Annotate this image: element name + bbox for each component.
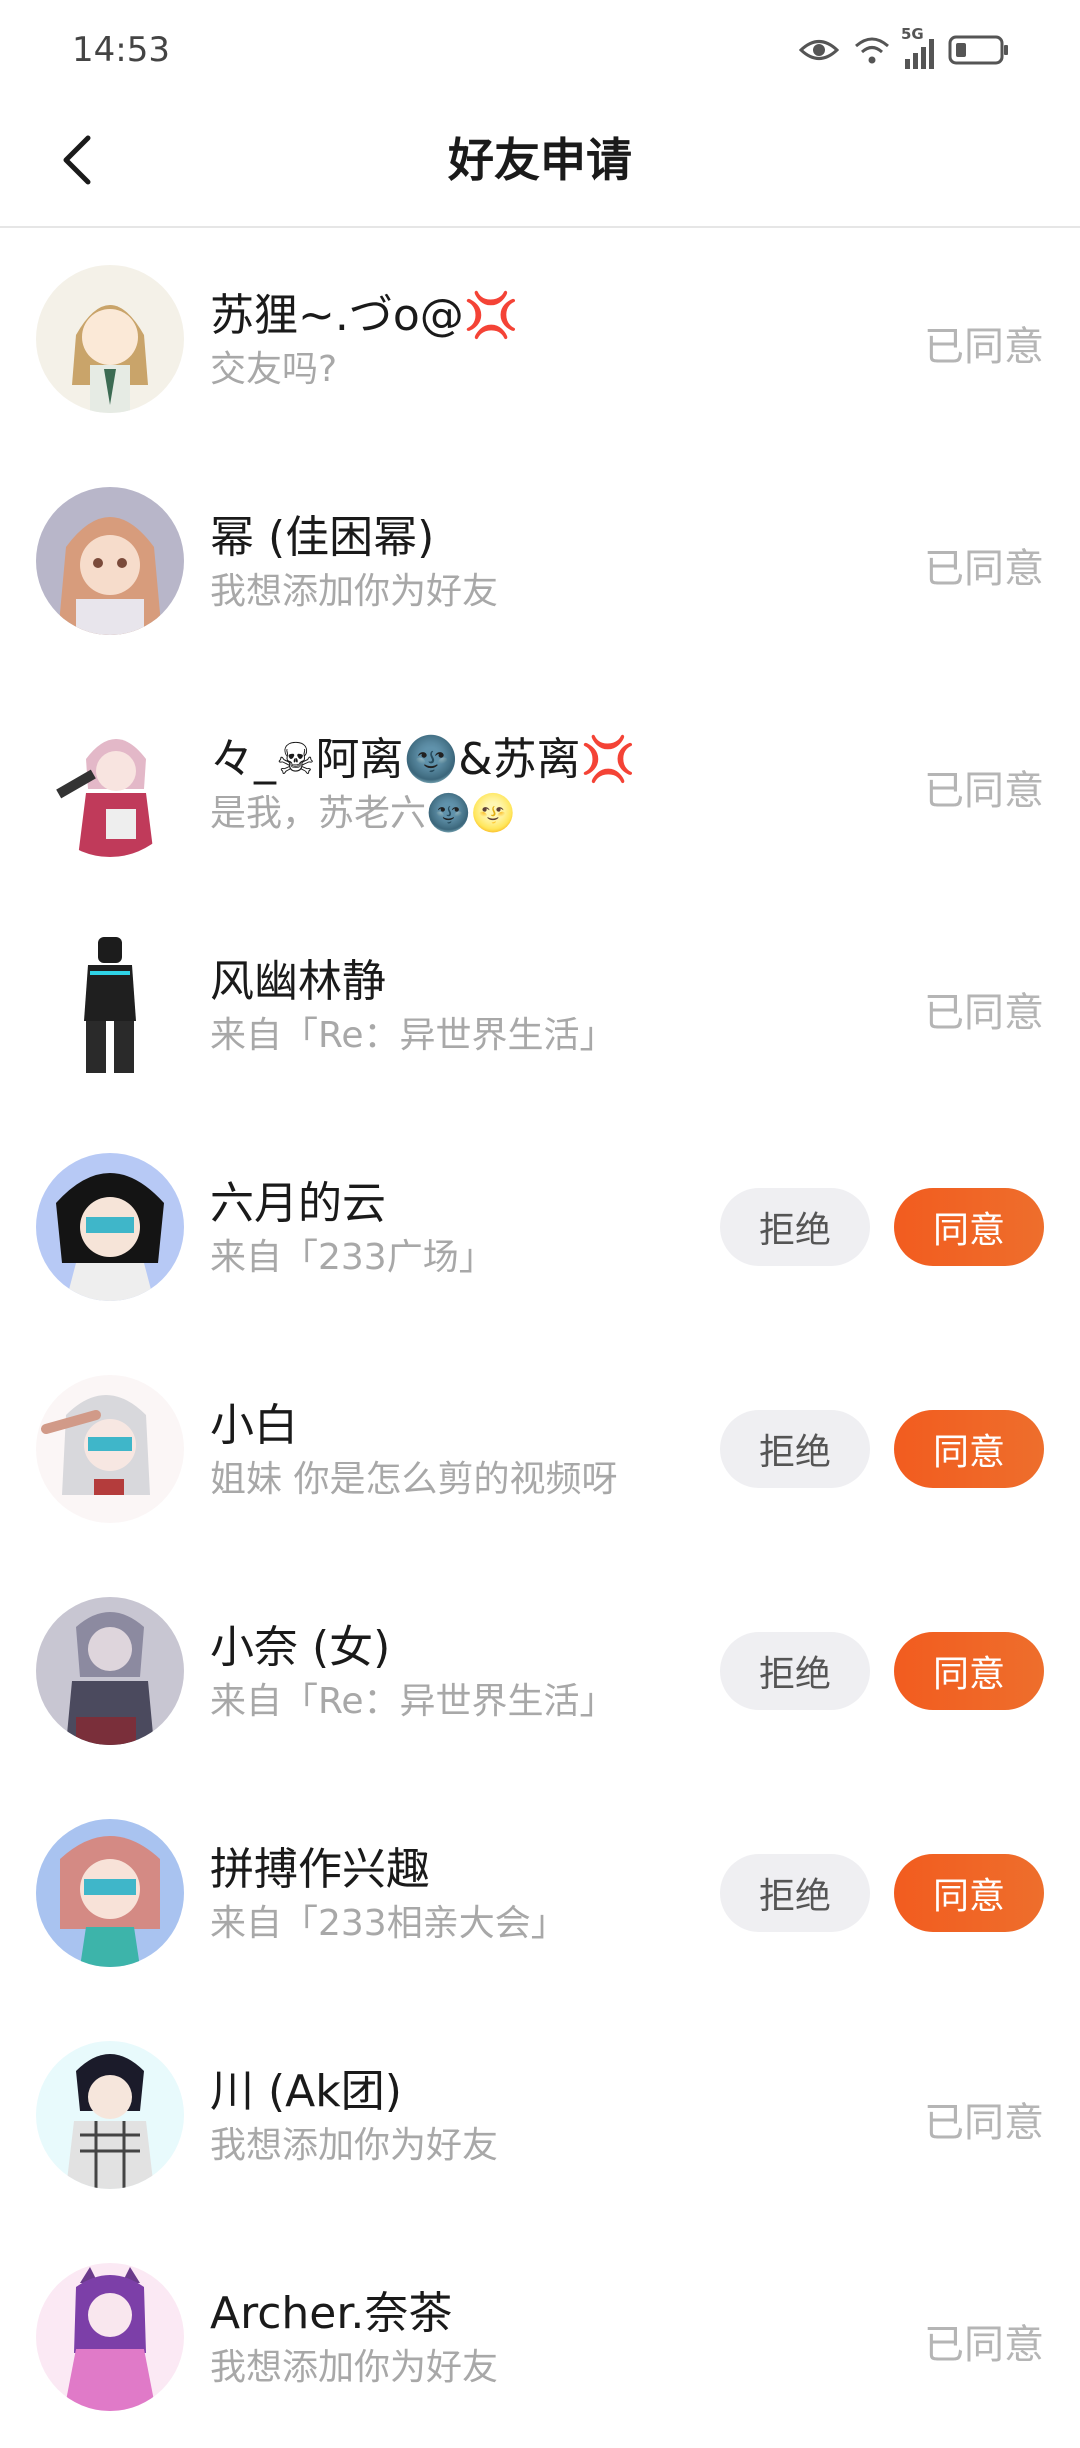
reject-button[interactable]: 拒绝: [720, 1854, 870, 1932]
network-type-label: 5G: [901, 25, 924, 43]
avatar[interactable]: [36, 709, 184, 857]
request-row[interactable]: 々_☠阿离🌚&苏离💢 是我，苏老六🌚🌝 已同意: [0, 672, 1080, 894]
reject-button[interactable]: 拒绝: [720, 1632, 870, 1710]
header: 好友申请: [0, 100, 1080, 228]
request-message: 是我，苏老六🌚🌝: [210, 793, 516, 834]
request-name: 苏狸~.づo@💢: [210, 290, 519, 341]
accept-button[interactable]: 同意: [894, 1410, 1044, 1488]
request-message: 交友吗?: [210, 349, 338, 390]
request-message: 我想添加你为好友: [210, 571, 499, 612]
avatar[interactable]: [36, 487, 184, 635]
agreed-label: 已同意: [924, 2322, 1044, 2368]
request-message: 来自「Re：异世界生活」: [210, 1681, 616, 1722]
friend-request-list: 苏狸~.づo@💢 交友吗? 已同意 幂 (佳困幂) 我想添加你为好友 已同意 々…: [0, 228, 1080, 2448]
status-bar: 14:53 5G: [0, 0, 1080, 100]
avatar[interactable]: [36, 2041, 184, 2189]
avatar[interactable]: [36, 1153, 184, 1301]
request-message: 姐妹 你是怎么剪的视频呀: [210, 1459, 618, 1500]
request-name: 川 (Ak团): [210, 2066, 402, 2117]
request-row[interactable]: 风幽林静 来自「Re：异世界生活」 已同意: [0, 894, 1080, 1116]
agreed-label: 已同意: [924, 324, 1044, 370]
avatar[interactable]: [36, 1375, 184, 1523]
page-title: 好友申请: [448, 133, 632, 187]
avatar[interactable]: [36, 931, 184, 1079]
request-row[interactable]: Archer.奈茶 我想添加你为好友 已同意: [0, 2226, 1080, 2448]
request-message: 来自「Re：异世界生活」: [210, 1015, 616, 1056]
avatar[interactable]: [36, 2263, 184, 2411]
request-row[interactable]: 拼搏作兴趣 来自「233相亲大会」 拒绝 同意: [0, 1782, 1080, 2004]
request-name: 小白: [210, 1400, 298, 1451]
request-row[interactable]: 苏狸~.づo@💢 交友吗? 已同意: [0, 228, 1080, 450]
request-row[interactable]: 小奈 (女) 来自「Re：异世界生活」 拒绝 同意: [0, 1560, 1080, 1782]
request-message: 来自「233相亲大会」: [210, 1903, 567, 1944]
accept-button[interactable]: 同意: [894, 1632, 1044, 1710]
request-message: 我想添加你为好友: [210, 2125, 499, 2166]
reject-button[interactable]: 拒绝: [720, 1410, 870, 1488]
request-row[interactable]: 川 (Ak团) 我想添加你为好友 已同意: [0, 2004, 1080, 2226]
request-message: 我想添加你为好友: [210, 2347, 499, 2388]
wifi-icon: [853, 34, 891, 70]
request-name: 小奈 (女): [210, 1622, 391, 1673]
avatar[interactable]: [36, 1597, 184, 1745]
accept-button[interactable]: 同意: [894, 1188, 1044, 1266]
request-name: 六月的云: [210, 1178, 386, 1229]
avatar[interactable]: [36, 265, 184, 413]
request-row[interactable]: 幂 (佳困幂) 我想添加你为好友 已同意: [0, 450, 1080, 672]
request-row[interactable]: 小白 姐妹 你是怎么剪的视频呀 拒绝 同意: [0, 1338, 1080, 1560]
request-name: 幂 (佳困幂): [210, 512, 435, 563]
agreed-label: 已同意: [924, 768, 1044, 814]
request-row[interactable]: 六月的云 来自「233广场」 拒绝 同意: [0, 1116, 1080, 1338]
battery-icon: [948, 34, 1010, 70]
status-time: 14:53: [72, 30, 170, 70]
request-message: 来自「233广场」: [210, 1237, 495, 1278]
request-name: 风幽林静: [210, 956, 386, 1007]
status-icons: 5G: [798, 25, 1010, 72]
avatar[interactable]: [36, 1819, 184, 1967]
eye-icon: [798, 37, 840, 67]
accept-button[interactable]: 同意: [894, 1854, 1044, 1932]
reject-button[interactable]: 拒绝: [720, 1188, 870, 1266]
request-name: 々_☠阿离🌚&苏离💢: [210, 734, 636, 785]
agreed-label: 已同意: [924, 2100, 1044, 2146]
agreed-label: 已同意: [924, 990, 1044, 1036]
signal-icon: 5G: [901, 25, 934, 69]
request-name: 拼搏作兴趣: [210, 1844, 430, 1895]
request-name: Archer.奈茶: [210, 2288, 453, 2339]
agreed-label: 已同意: [924, 546, 1044, 592]
